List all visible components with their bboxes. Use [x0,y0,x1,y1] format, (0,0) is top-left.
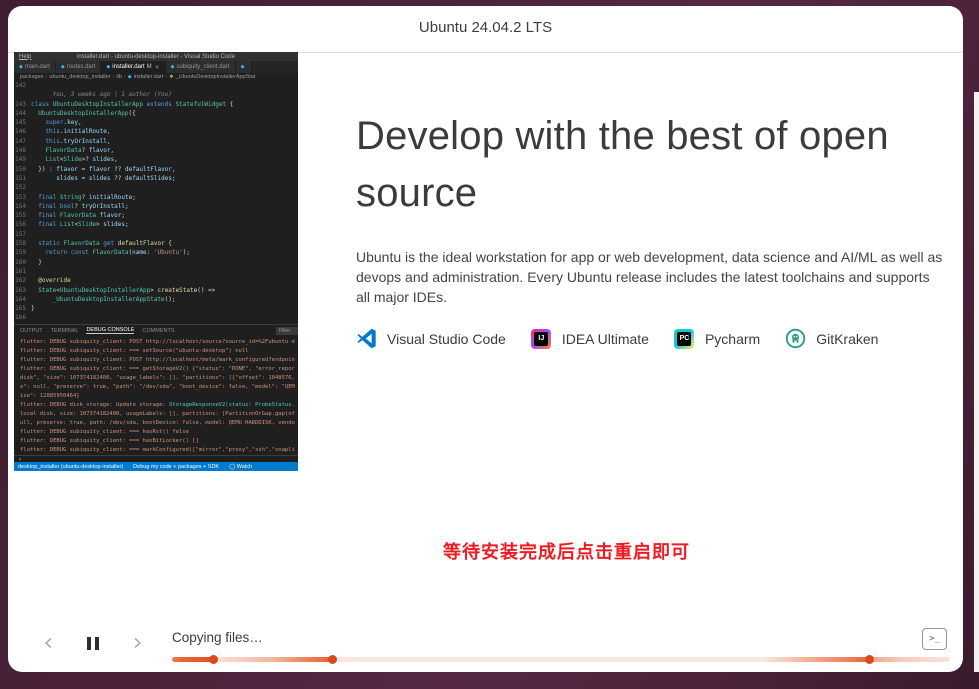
slide-heading: Develop with the best of open source [356,108,948,222]
console-line: flutter: DEBUG subiquity_client: === get… [14,365,298,374]
console-line: flutter: DEBUG subiquity_client: === mar… [14,446,298,455]
code-line: 157 [14,230,298,239]
panel-tab-output: OUTPUT [20,328,43,334]
dart-file-icon: ◆ [241,64,245,70]
code-line: 165} [14,304,298,313]
dart-file-icon: ◆ [19,64,23,70]
pycharm-icon: PC [674,328,695,349]
vscode-tab-subiquity_client-dart: ◆subiquity_client.dart [166,61,236,73]
vscode-tab-main-dart: ◆main.dart [14,61,56,73]
vscode-tab: ◆ [236,61,253,73]
vscode-statusbar: desktop_installer (ubuntu-desktop-instal… [14,462,298,471]
ide-logo-gitkraken: GitKraken [785,328,878,349]
console-line: disk", "size": 107374182400, "usage_labe… [14,374,298,383]
vscode-titlebar: Help installer.dart - ubuntu-desktop-ins… [14,52,298,61]
ide-logo-pycharm: PCPycharm [674,328,760,349]
vscode-icon [356,328,377,349]
console-line: flutter: DEBUG subiquity_client: POST ht… [14,356,298,365]
code-line: 162 @override [14,276,298,285]
restart-annotation: 等待安装完成后点击重启即可 [443,538,690,564]
panel-tab-terminal: TERMINAL [51,328,79,334]
code-line: 147 this.tryOrInstall, [14,137,298,146]
chevron-right-icon [130,636,144,650]
code-line: You, 3 weeks ago | 1 author (You) [14,90,298,99]
code-line: 152 [14,183,298,192]
progress-dot [328,655,337,664]
vscode-debug-console: flutter: DEBUG subiquity_client: POST ht… [14,338,298,455]
ide-logo-visual-studio-code: Visual Studio Code [356,328,506,349]
console-line: e": null, "preserve": true, "path": "/de… [14,383,298,392]
code-line: 155 final FlavorData flavor; [14,211,298,220]
window-header: Ubuntu 24.04.2 LTS [8,6,963,52]
page-title: Ubuntu 24.04.2 LTS [8,19,963,36]
progress-dot [865,655,874,664]
vscode-window-title: installer.dart - ubuntu-desktop-installe… [14,54,298,60]
code-line: 148 FlavorData? flavor, [14,146,298,155]
console-line: flutter: DEBUG subiquity_client: === has… [14,437,298,446]
dart-file-icon: ◆ [106,64,110,70]
idea-icon: IJ [531,328,552,349]
install-progress-bar [172,657,950,662]
console-line: flutter: DEBUG subiquity_client: === set… [14,347,298,356]
progress-dot [209,655,218,664]
vscode-tab-routes-dart: ◆routes.dart [56,61,102,73]
install-status-text: Copying files… [172,630,263,645]
pause-slideshow-button[interactable] [80,630,106,656]
vscode-breadcrumb: packages›ubuntu_desktop_installer›lib›◆i… [14,73,298,81]
code-line: 142 [14,81,298,90]
statusbar-item: Debug my code + packages + SDK [133,464,219,470]
code-line: 156 final List<Slide> slides; [14,220,298,229]
ide-logos-row: Visual Studio Code IJIDEA Ultimate PCPycha… [356,328,878,349]
code-line: 143class UbuntuDesktopInstallerApp exten… [14,100,298,109]
terminal-icon: >_ [929,634,940,644]
code-line: 151 slides = slides ?? defaultSlides; [14,174,298,183]
dart-file-icon: ◆ [61,64,65,70]
code-line: 153 final String? initialRoute; [14,193,298,202]
code-line: 159 return const FlavorData(name: 'Ubunt… [14,248,298,257]
installer-window: Ubuntu 24.04.2 LTS Help installer.dart -… [8,6,963,672]
code-line: 150 }) : flavor = flavor ?? defaultFlavo… [14,165,298,174]
console-line: ize": 12885950464} [14,392,298,401]
pause-icon [87,637,99,650]
vscode-tab-bar: ◆main.dart◆routes.dart◆installer.dartM✕◆… [14,61,298,73]
dart-file-icon: ◆ [171,64,175,70]
code-line: 160 } [14,258,298,267]
vscode-console-prompt: › [14,455,298,462]
console-line: ull, preserve: true, path: /dev/sda, boo… [14,419,298,428]
vscode-code-editor: 142 You, 3 weeks ago | 1 author (You)143… [14,81,298,324]
code-line: 146 this.initialRoute, [14,127,298,136]
code-line: 163 State<UbuntuDesktopInstallerApp> cre… [14,286,298,295]
code-line: 158 static FlavorData get defaultFlavor … [14,239,298,248]
vscode-panel-tabs: OUTPUT TERMINAL DEBUG CONSOLE COMMENTS Filte… [14,324,298,336]
code-line: 166 [14,313,298,322]
vscode-tab-installer-dart: ◆installer.dartM✕ [101,61,165,73]
console-line: local disk, size: 107374182400, usageLab… [14,410,298,419]
code-line: 154 final bool? tryOrInstall; [14,202,298,211]
panel-tab-comments: COMMENTS [142,328,174,334]
vscode-screenshot: Help installer.dart - ubuntu-desktop-ins… [14,52,298,471]
terminal-toggle-button[interactable]: >_ [922,628,947,650]
slide-body-text: Ubuntu is the ideal workstation for app … [356,247,946,307]
statusbar-item: desktop_installer (ubuntu-desktop-instal… [18,464,123,470]
previous-slide-button[interactable] [36,630,62,656]
background-window-sliver [974,92,979,672]
ide-logo-idea-ultimate: IJIDEA Ultimate [531,328,649,349]
code-line: 144 UbuntuDesktopInstallerApp({ [14,109,298,118]
code-line: 149 List<Slide>? slides, [14,155,298,164]
code-line: 161 [14,267,298,276]
panel-tab-debug-console: DEBUG CONSOLE [86,327,134,334]
gitkraken-icon [785,328,806,349]
console-line: flutter: DEBUG subiquity_client: === has… [14,428,298,437]
code-line: 145 super.key, [14,118,298,127]
code-line: 164 _UbuntuDesktopInstallerAppState(); [14,295,298,304]
console-line: flutter: DEBUG subiquity_client: POST ht… [14,338,298,347]
statusbar-item: ◯ Watch [229,464,252,470]
chevron-left-icon [42,636,56,650]
console-filter-input: Filter [276,327,298,335]
next-slide-button[interactable] [124,630,150,656]
console-line: flutter: DEBUG disk_storage: Update stor… [14,401,298,410]
